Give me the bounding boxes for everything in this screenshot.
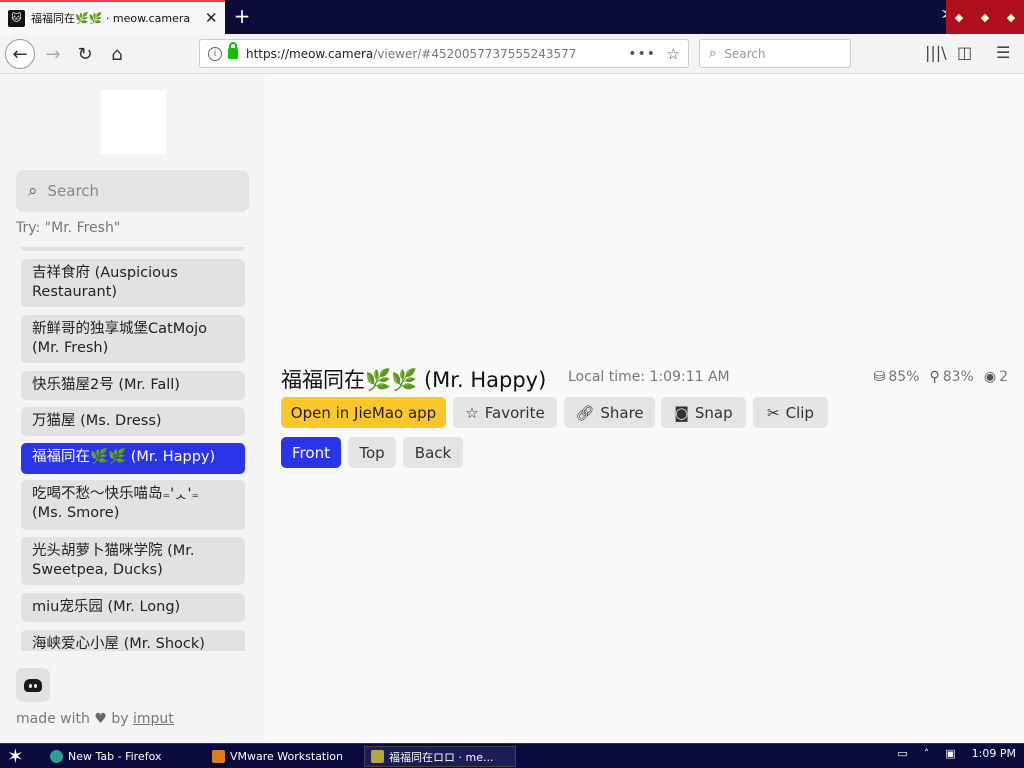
bookmark-star-icon[interactable]: ☆ <box>667 45 680 63</box>
window-icon <box>371 750 384 763</box>
url-text: https://meow.camera/viewer/#452005773755… <box>246 46 577 61</box>
keyboard-icon[interactable]: ▭ <box>897 747 907 760</box>
open-in-app-button[interactable]: Open in JieMao app <box>281 397 446 428</box>
taskbar-task[interactable]: VMware Workstation <box>206 746 356 767</box>
search-hint: Try: "Mr. Fresh" <box>16 220 121 236</box>
tab-title: 福福同在🌿🌿 · meow.camera <box>31 12 191 25</box>
link-icon: 🔗︎ <box>575 403 595 422</box>
new-tab-button[interactable]: + <box>232 4 252 28</box>
food-bag-icon: ⛁ <box>873 369 886 385</box>
taskbar-task-label: VMware Workstation <box>230 750 344 763</box>
camera-list-item[interactable]: 光头胡萝卜猫咪学院 (Mr. Sweetpea, Ducks) <box>21 537 245 585</box>
scissors-icon: ✂ <box>767 403 780 422</box>
share-label: Share <box>600 403 644 422</box>
viewers-value: 2 <box>999 369 1008 385</box>
start-menu-icon[interactable]: ✶ <box>7 744 24 768</box>
footer-by: by <box>111 711 129 727</box>
footer-prefix: made with <box>16 711 90 727</box>
close-window-button[interactable]: ◆ <box>1007 11 1015 24</box>
library-icon[interactable]: |||\ <box>925 43 947 62</box>
view-back-button[interactable]: Back <box>403 437 463 468</box>
cat-face-icon: 🐱 <box>8 9 25 27</box>
reload-button[interactable]: ↻ <box>70 39 100 69</box>
battery-level-value: 83% <box>942 369 974 385</box>
browser-tab-active[interactable]: 🐱 福福同在🌿🌿 · meow.camera ✕ <box>0 0 225 34</box>
view-top-button[interactable]: Top <box>348 437 396 468</box>
menu-icon[interactable]: ☰ <box>996 43 1010 62</box>
clip-button[interactable]: ✂ Clip <box>753 397 828 428</box>
search-icon: ⌕ <box>28 181 38 201</box>
home-button[interactable]: ⌂ <box>102 39 132 69</box>
clock[interactable]: 1:09 PM <box>972 747 1016 760</box>
browser-search-input[interactable]: ⌕ Search <box>699 39 851 68</box>
discord-icon <box>24 678 42 692</box>
author-link[interactable]: imput <box>133 711 174 727</box>
favorite-button[interactable]: ☆ Favorite <box>453 397 557 428</box>
camera-list-item[interactable]: 快乐猫屋2号 (Mr. Fall) <box>21 371 245 400</box>
camera-title: 福福同在🌿🌿 (Mr. Happy) <box>281 368 547 392</box>
camera-viewer: 福福同在🌿🌿 (Mr. Happy) Local time: 1:09:11 A… <box>265 75 1024 743</box>
local-time: Local time: 1:09:11 AM <box>568 369 730 385</box>
food-level-stat: ⛁ 85% <box>874 369 920 385</box>
taskbar-task-active[interactable]: 福福同在ロロ · me... <box>364 746 516 767</box>
camera-stats: ⛁ 85% ⚲ 83% ◉ 2 <box>874 369 1008 385</box>
camera-sidebar: ⌕ Search Try: "Mr. Fresh" 吉祥食府 (Auspicio… <box>0 75 265 743</box>
os-taskbar: ✶ New Tab - Firefox VMware Workstation 福… <box>0 743 1024 768</box>
camera-list-item[interactable]: 万猫屋 (Ms. Dress) <box>21 407 245 436</box>
camera-list-item[interactable]: miu宠乐园 (Mr. Long) <box>21 593 245 622</box>
network-icon[interactable]: ▣ <box>945 747 955 760</box>
minimize-button[interactable]: ◆ <box>955 11 963 24</box>
snap-button[interactable]: ◙ Snap <box>661 397 746 428</box>
camera-list-item[interactable]: 新鲜哥的独享城堡CatMojo (Mr. Fresh) <box>21 315 245 363</box>
lock-icon <box>228 42 238 59</box>
camera-list[interactable]: 吉祥食府 (Auspicious Restaurant) 新鲜哥的独享城堡Cat… <box>16 247 249 651</box>
view-front-button[interactable]: Front <box>281 437 341 468</box>
taskbar-task-label: New Tab - Firefox <box>68 750 162 763</box>
browser-toolbar: ← → ↻ ⌂ i https://meow.camera/viewer/#45… <box>0 34 1024 74</box>
camera-search-input[interactable]: ⌕ Search <box>16 170 249 212</box>
clip-label: Clip <box>785 403 814 422</box>
footer-credit: made with ♥ by imput <box>16 711 174 727</box>
forward-button[interactable]: → <box>38 39 68 69</box>
camera-search-placeholder: Search <box>47 182 100 200</box>
snap-label: Snap <box>694 403 733 422</box>
vmware-icon <box>212 750 225 763</box>
browser-tab-strip: 🐱 福福同在🌿🌿 · meow.camera ✕ + ✶ ◆ ◆ ◆ <box>0 0 1024 34</box>
taskbar-task-label: 福福同在ロロ · me... <box>389 750 494 764</box>
star-outline-icon: ☆ <box>465 403 479 422</box>
satellite-icon: ⚲ <box>929 369 940 385</box>
maximize-button[interactable]: ◆ <box>981 11 989 24</box>
site-logo <box>101 90 166 154</box>
search-icon: ⌕ <box>709 46 717 61</box>
battery-level-stat: ⚲ 83% <box>929 369 973 385</box>
camera-list-item[interactable]: 海峡爱心小屋 (Mr. Shock) <box>21 630 245 651</box>
firefox-icon <box>50 750 63 763</box>
sidebar-toggle-icon[interactable]: ◫ <box>957 43 972 62</box>
share-button[interactable]: 🔗︎ Share <box>564 397 655 428</box>
taskbar-task[interactable]: New Tab - Firefox <box>44 746 202 767</box>
discord-button[interactable] <box>16 668 50 702</box>
back-button[interactable]: ← <box>5 39 35 69</box>
eye-icon: ◉ <box>983 369 997 385</box>
url-bar[interactable]: i https://meow.camera/viewer/#4520057737… <box>199 39 689 68</box>
close-tab-icon[interactable]: ✕ <box>205 9 218 27</box>
viewers-stat: ◉ 2 <box>984 369 1008 385</box>
info-icon[interactable]: i <box>208 46 222 61</box>
window-controls: ◆ ◆ ◆ <box>946 0 1024 34</box>
list-item[interactable] <box>21 247 245 251</box>
camera-list-item[interactable]: 吉祥食府 (Auspicious Restaurant) <box>21 259 245 307</box>
camera-icon: ◙ <box>674 403 689 422</box>
camera-list-item[interactable]: 吃喝不愁～快乐喵岛₌'ᆺ'₌ (Ms. Smore) <box>21 480 245 530</box>
page-actions-icon[interactable]: ••• <box>628 46 656 62</box>
favorite-label: Favorite <box>484 403 545 422</box>
heart-icon: ♥ <box>94 711 107 727</box>
system-tray: ▭ ˄ ▣ 1:09 PM <box>897 747 1016 760</box>
browser-search-placeholder: Search <box>724 46 766 61</box>
chevron-up-icon[interactable]: ˄ <box>924 747 930 760</box>
food-level-value: 85% <box>888 369 920 385</box>
camera-list-item-active[interactable]: 福福同在🌿🌿 (Mr. Happy) <box>21 443 245 474</box>
